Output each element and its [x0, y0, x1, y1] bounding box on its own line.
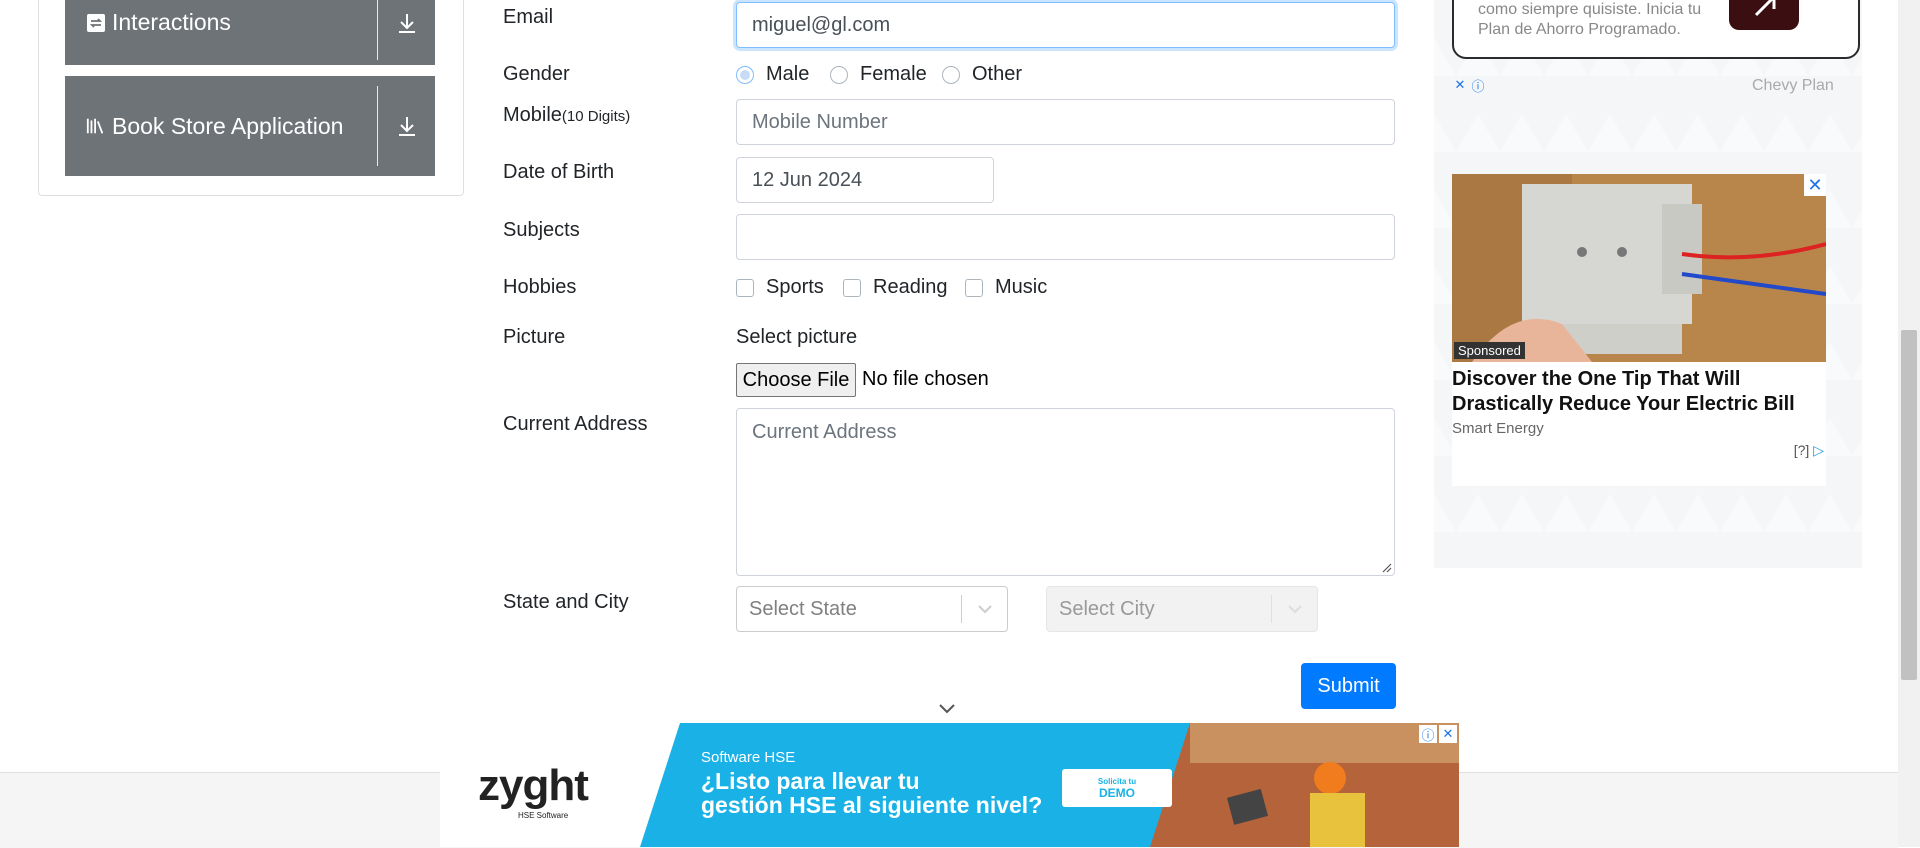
- mobile-hint: (10 Digits): [561, 108, 631, 125]
- banner-diagonal: [640, 723, 680, 847]
- email-label: Email: [503, 6, 554, 28]
- zyght-logo: zyght: [478, 761, 589, 810]
- sidebar-group-book-store[interactable]: Book Store Application: [65, 76, 435, 176]
- close-icon[interactable]: ✕: [1452, 77, 1468, 93]
- city-placeholder: Select City: [1059, 597, 1155, 620]
- state-city-label: State and City: [503, 591, 629, 613]
- gender-radio-male[interactable]: Male: [736, 63, 809, 86]
- current-address-label: Current Address: [503, 413, 648, 435]
- chevron-down-icon[interactable]: [962, 604, 1007, 614]
- email-value: miguel@gl.com: [752, 13, 891, 36]
- books-icon: [86, 116, 106, 136]
- resize-handle-icon[interactable]: [1382, 563, 1392, 573]
- gender-option-label: Female: [860, 63, 927, 85]
- top-ad-line: Plan de Ahorro Programado.: [1478, 21, 1681, 38]
- mobile-label-text: Mobile: [503, 104, 562, 126]
- choose-file-button[interactable]: Choose File: [736, 363, 856, 397]
- sidebar-group-label: Book Store Application: [112, 112, 344, 139]
- select-picture-label: Select picture: [736, 326, 858, 348]
- hobby-option-label: Reading: [873, 276, 948, 298]
- gender-label: Gender: [503, 63, 570, 85]
- dob-input[interactable]: 12 Jun 2024: [736, 157, 994, 203]
- city-select[interactable]: Select City: [1046, 586, 1318, 632]
- gender-option-label: Male: [766, 63, 810, 85]
- adchoices-icon[interactable]: ▷: [1813, 442, 1824, 458]
- demo-cta-button[interactable]: Solicita tu DEMO: [1062, 769, 1172, 807]
- download-icon[interactable]: [378, 115, 435, 137]
- radio-button[interactable]: [830, 65, 848, 84]
- address-placeholder: Current Address: [752, 421, 897, 443]
- zyght-logo-sub: HSE Software: [518, 811, 569, 820]
- current-address-textarea[interactable]: Current Address: [736, 408, 1395, 576]
- banner-headline-line: gestión HSE al siguiente nivel?: [701, 792, 1043, 818]
- checkbox[interactable]: [736, 278, 754, 297]
- divider: [377, 0, 378, 60]
- state-placeholder: Select State: [749, 597, 857, 620]
- ad-choices[interactable]: ✕ ⓘ: [1452, 77, 1486, 94]
- gender-radio-female[interactable]: Female: [830, 63, 927, 86]
- top-ad-text: como siempre quisiste. Inicia tu Plan de…: [1478, 0, 1701, 40]
- sponsored-ad[interactable]: Sponsored ✕ Discover the One Tip That Wi…: [1452, 174, 1826, 486]
- checkbox[interactable]: [965, 278, 983, 297]
- info-icon[interactable]: ⓘ: [1419, 725, 1437, 743]
- banner-photo: [1130, 723, 1459, 847]
- ad-footer[interactable]: [?] ▷: [1794, 442, 1824, 459]
- state-select[interactable]: Select State: [736, 586, 1008, 632]
- banner-logo-panel: zyght HSE Software: [440, 723, 640, 847]
- email-field[interactable]: miguel@gl.com: [736, 2, 1395, 48]
- ad-image: [1452, 174, 1826, 362]
- ad-title[interactable]: Discover the One Tip That Will Drastical…: [1452, 367, 1826, 417]
- download-icon[interactable]: [378, 12, 435, 34]
- interactions-icon: [86, 13, 106, 33]
- banner-headline: ¿Listo para llevar tu gestión HSE al sig…: [701, 769, 1042, 817]
- chevron-down-icon: [1272, 604, 1317, 614]
- submit-button[interactable]: Submit: [1301, 663, 1396, 709]
- mobile-label: Mobile(10 Digits): [503, 104, 630, 127]
- hobby-option-label: Music: [995, 276, 1048, 298]
- close-icon[interactable]: ✕: [1439, 725, 1457, 743]
- cta-small-text: Solicita tu: [1097, 776, 1137, 786]
- radio-button[interactable]: [942, 65, 960, 84]
- bottom-banner-ad[interactable]: zyght HSE Software Software HSE ¿Listo p…: [440, 723, 1459, 847]
- mobile-placeholder: Mobile Number: [752, 110, 888, 133]
- gender-radio-other[interactable]: Other: [942, 63, 1022, 86]
- hobby-checkbox-reading[interactable]: Reading: [843, 276, 948, 299]
- hobby-option-label: Sports: [766, 276, 824, 298]
- ad-help[interactable]: [?]: [1794, 442, 1810, 458]
- hobby-checkbox-music[interactable]: Music: [965, 276, 1047, 299]
- banner-ad-controls[interactable]: ⓘ ✕: [1419, 725, 1457, 743]
- scrollbar-thumb[interactable]: [1901, 330, 1917, 680]
- top-ad-line: como siempre quisiste. Inicia tu: [1478, 1, 1702, 18]
- sidebar-group-label: Interactions: [112, 9, 231, 35]
- banner-small-text: Software HSE: [701, 749, 796, 766]
- banner-headline-line: ¿Listo para llevar tu: [701, 768, 920, 794]
- subjects-input[interactable]: [736, 214, 1395, 260]
- subjects-label: Subjects: [503, 219, 580, 241]
- no-file-text: No file chosen: [862, 368, 989, 390]
- dob-label: Date of Birth: [503, 161, 615, 183]
- gender-option-label: Other: [972, 63, 1023, 85]
- chevron-down-icon[interactable]: [937, 702, 957, 720]
- info-icon[interactable]: ⓘ: [1470, 77, 1486, 94]
- top-ad-brand: Chevy Plan: [1752, 77, 1834, 94]
- picture-label: Picture: [503, 326, 566, 348]
- hobby-checkbox-sports[interactable]: Sports: [736, 276, 824, 299]
- radio-button[interactable]: [736, 65, 754, 84]
- arrow-icon: [1754, 0, 1776, 17]
- dob-value: 12 Jun 2024: [752, 168, 863, 191]
- sidebar-group-interactions[interactable]: Interactions: [65, 0, 435, 65]
- cta-big-text: DEMO: [1099, 785, 1135, 800]
- divider: [377, 86, 378, 166]
- mobile-field[interactable]: Mobile Number: [736, 99, 1395, 145]
- hobbies-label: Hobbies: [503, 276, 577, 298]
- sponsored-badge: Sponsored: [1454, 342, 1525, 359]
- ad-brand: Smart Energy: [1452, 420, 1544, 437]
- top-ad-arrow-button[interactable]: [1729, 0, 1799, 30]
- checkbox[interactable]: [843, 278, 861, 297]
- close-icon[interactable]: ✕: [1804, 174, 1826, 196]
